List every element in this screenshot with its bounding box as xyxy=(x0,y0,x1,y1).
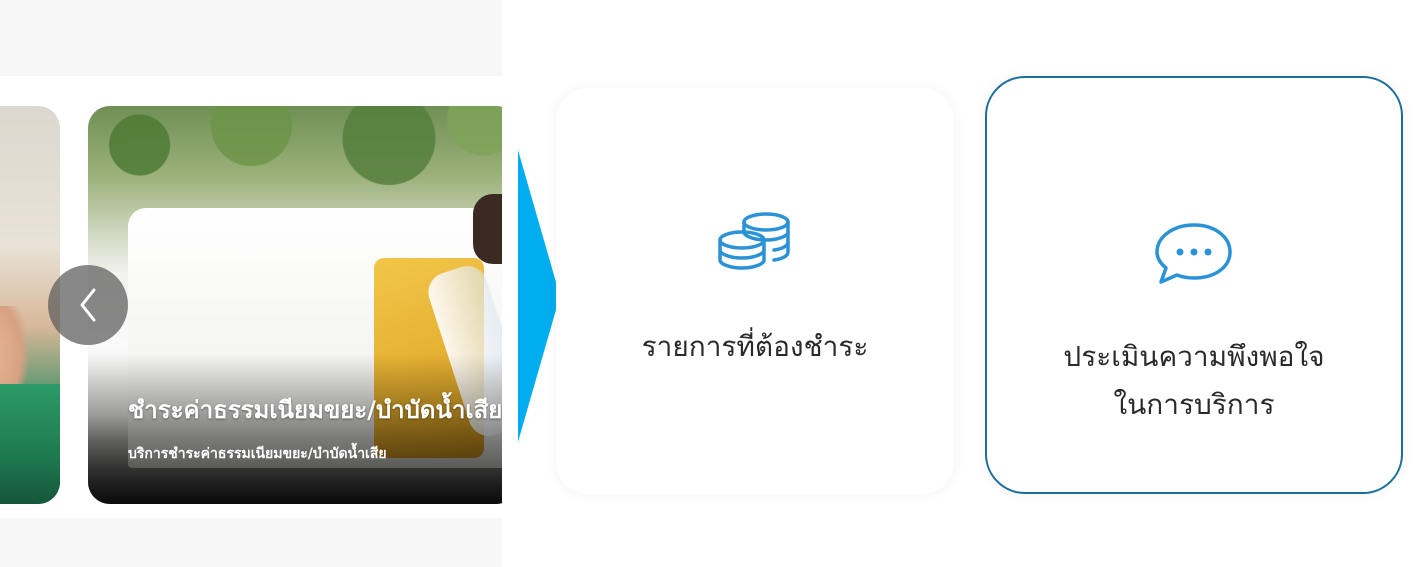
service-carousel: ชำระค่าธรรมเนียมขยะ/บำบัดน้ำเสีย บริการช… xyxy=(0,0,502,567)
service-tile-label-line2: ในการบริการ xyxy=(1113,388,1275,421)
coins-stack-icon xyxy=(718,212,790,270)
carousel-card-subtitle: บริการชำระค่าธรรมเนียมขยะ/บำบัดน้ำเสีย xyxy=(128,446,387,462)
carousel-card-title: ชำระค่าธรรมเนียมขยะ/บำบัดน้ำเสีย xyxy=(128,396,502,424)
card-image-gradient xyxy=(88,354,502,504)
chat-bubble-icon xyxy=(1155,223,1232,284)
service-tile-payment-due[interactable]: รายการที่ต้องชำระ xyxy=(556,88,954,494)
arrow-right-icon xyxy=(518,150,560,442)
carousel-prev-button[interactable] xyxy=(48,265,128,345)
chevron-left-icon xyxy=(80,288,96,322)
service-tile-satisfaction[interactable]: ประเมินความพึงพอใจ ในการบริการ xyxy=(985,76,1403,494)
service-tile-label-line1: ประเมินความพึงพอใจ xyxy=(1063,340,1325,373)
card-image-arm xyxy=(473,194,502,264)
service-tile-label: รายการที่ต้องชำระ xyxy=(641,330,869,363)
carousel-card-fee-payment[interactable]: ชำระค่าธรรมเนียมขยะ/บำบัดน้ำเสีย บริการช… xyxy=(88,106,502,504)
card-image-crate xyxy=(0,384,60,504)
